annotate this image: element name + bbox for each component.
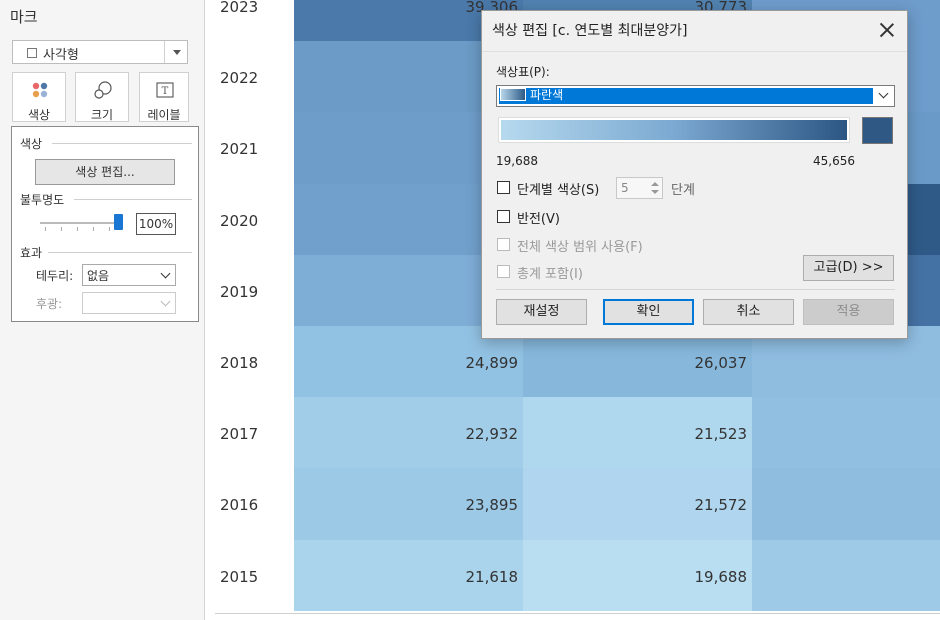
table-cell[interactable]: 26: [752, 397, 940, 469]
reset-button[interactable]: 재설정: [496, 299, 587, 325]
color-popup: 색상 색상 편집... 불투명도 100% 효과 테두리: 없음 후광:: [11, 126, 199, 322]
stepper-up-icon[interactable]: [651, 182, 659, 186]
chevron-down-icon: [878, 88, 889, 99]
row-year-label: 2020: [220, 211, 259, 230]
range-min-label: 19,688: [496, 154, 538, 168]
range-max-label: 45,656: [813, 154, 855, 168]
opacity-slider-thumb[interactable]: [114, 214, 123, 230]
label-icon-glyph: T: [162, 86, 169, 97]
color-mark-button[interactable]: 색상: [12, 72, 66, 122]
size-mark-button[interactable]: 크기: [75, 72, 129, 122]
palette-swatch: [500, 88, 526, 101]
row-year-label: 2022: [220, 69, 259, 88]
dropdown-arrow-icon[interactable]: [164, 41, 187, 63]
mark-type-dropdown[interactable]: 사각형: [12, 40, 188, 64]
table-cell[interactable]: 23: [752, 539, 940, 612]
table-cell[interactable]: 23,895: [294, 468, 523, 541]
slider-tick: [61, 227, 62, 231]
stepped-color-checkbox[interactable]: [497, 181, 510, 194]
slider-tick: [109, 227, 110, 231]
square-icon: [27, 48, 37, 58]
reversed-checkbox[interactable]: [497, 210, 510, 223]
row-year-label: 2021: [220, 140, 259, 159]
cell-value: 19,688: [694, 567, 748, 586]
border-value: 없음: [87, 269, 110, 283]
palette-select[interactable]: 파란색: [496, 85, 895, 107]
chevron-down-icon: [160, 268, 171, 279]
row-year-label: 2015: [220, 567, 259, 586]
row-year-label: 2018: [220, 354, 259, 372]
label-mark-label: 레이블: [147, 108, 181, 122]
color-gradient-bar: [498, 117, 850, 143]
cell-value: 23,895: [465, 496, 519, 515]
opacity-value-input[interactable]: 100%: [136, 213, 176, 235]
include-totals-checkbox[interactable]: [497, 265, 510, 278]
advanced-button[interactable]: 고급(D) >>: [803, 255, 894, 281]
opacity-slider-track[interactable]: [40, 222, 122, 224]
close-icon[interactable]: [878, 21, 896, 39]
halo-label: 후광:: [36, 297, 63, 311]
stepped-color-label: 단계별 색상(S): [517, 183, 600, 198]
divider: [496, 289, 895, 290]
full-range-checkbox[interactable]: [497, 238, 510, 251]
cell-value: 21,572: [694, 496, 748, 515]
divider: [48, 252, 192, 253]
opacity-section-label: 불투명도: [20, 193, 65, 207]
reversed-label: 반전(V): [517, 212, 560, 227]
mark-type-value: 사각형: [43, 48, 79, 63]
label-mark-button[interactable]: T 레이블: [139, 72, 189, 122]
halo-select[interactable]: [82, 292, 176, 314]
slider-tick: [45, 227, 46, 231]
ok-button[interactable]: 확인: [603, 299, 694, 325]
steps-value: 5: [621, 181, 629, 195]
palette-label: 색상표(P):: [496, 65, 550, 79]
chevron-down-icon: [160, 296, 171, 307]
full-range-label: 전체 색상 범위 사용(F): [517, 240, 643, 255]
slider-tick: [77, 227, 78, 231]
color-dots-icon: [32, 82, 48, 98]
slider-tick: [93, 227, 94, 231]
cell-value: 26,037: [694, 354, 748, 372]
row-year-label: 2017: [220, 425, 259, 444]
stepper-down-icon[interactable]: [651, 190, 659, 194]
table-cell[interactable]: 21,523: [523, 397, 752, 469]
edit-colors-button[interactable]: 색상 편집...: [35, 159, 175, 185]
palette-value: 파란색: [530, 88, 564, 102]
border-select[interactable]: 없음: [82, 264, 176, 286]
gradient-fill: [501, 120, 847, 140]
table-cell[interactable]: 21,618: [294, 539, 523, 612]
table-cell[interactable]: 22,932: [294, 397, 523, 469]
size-mark-label: 크기: [90, 108, 114, 122]
divider: [52, 143, 192, 144]
steps-stepper[interactable]: 5: [616, 177, 663, 199]
marks-title: 마크: [10, 8, 38, 26]
apply-button[interactable]: 적용: [803, 299, 894, 325]
include-totals-label: 총계 포함(I): [517, 267, 583, 282]
steps-unit-label: 단계: [671, 183, 695, 198]
color-mark-label: 색상: [27, 108, 51, 122]
cell-value: 22,932: [465, 425, 519, 444]
row-year-label: 2016: [220, 496, 259, 515]
edit-colors-dialog: 색상 편집 [c. 연도별 최대분양가] 색상표(P): 파란색 19,688 …: [481, 10, 908, 339]
cancel-button[interactable]: 취소: [703, 299, 794, 325]
table-cell[interactable]: 19,688: [523, 539, 752, 612]
table-bottom-border: [215, 613, 940, 614]
end-color-swatch[interactable]: [862, 117, 893, 144]
size-shapes-icon: [94, 81, 112, 99]
table-cell[interactable]: 26: [752, 468, 940, 541]
label-text-icon: T: [156, 82, 174, 98]
effects-section-label: 효과: [20, 246, 43, 260]
table-cell[interactable]: 21,572: [523, 468, 752, 541]
marks-panel: 마크 사각형 색상 크기 T 레이블 색상 색상 편집... 불투명도 100%…: [0, 0, 205, 620]
divider: [482, 51, 907, 52]
cell-value: 21,618: [465, 567, 519, 586]
cell-value: 24,899: [465, 354, 519, 372]
row-year-label: 2019: [220, 282, 259, 301]
color-section-label: 색상: [20, 137, 43, 151]
divider: [74, 199, 192, 200]
dialog-title: 색상 편집 [c. 연도별 최대분양가]: [492, 23, 688, 39]
border-label: 테두리:: [36, 269, 74, 283]
row-year-label: 2023: [220, 0, 259, 16]
cell-value: 21,523: [694, 425, 748, 444]
